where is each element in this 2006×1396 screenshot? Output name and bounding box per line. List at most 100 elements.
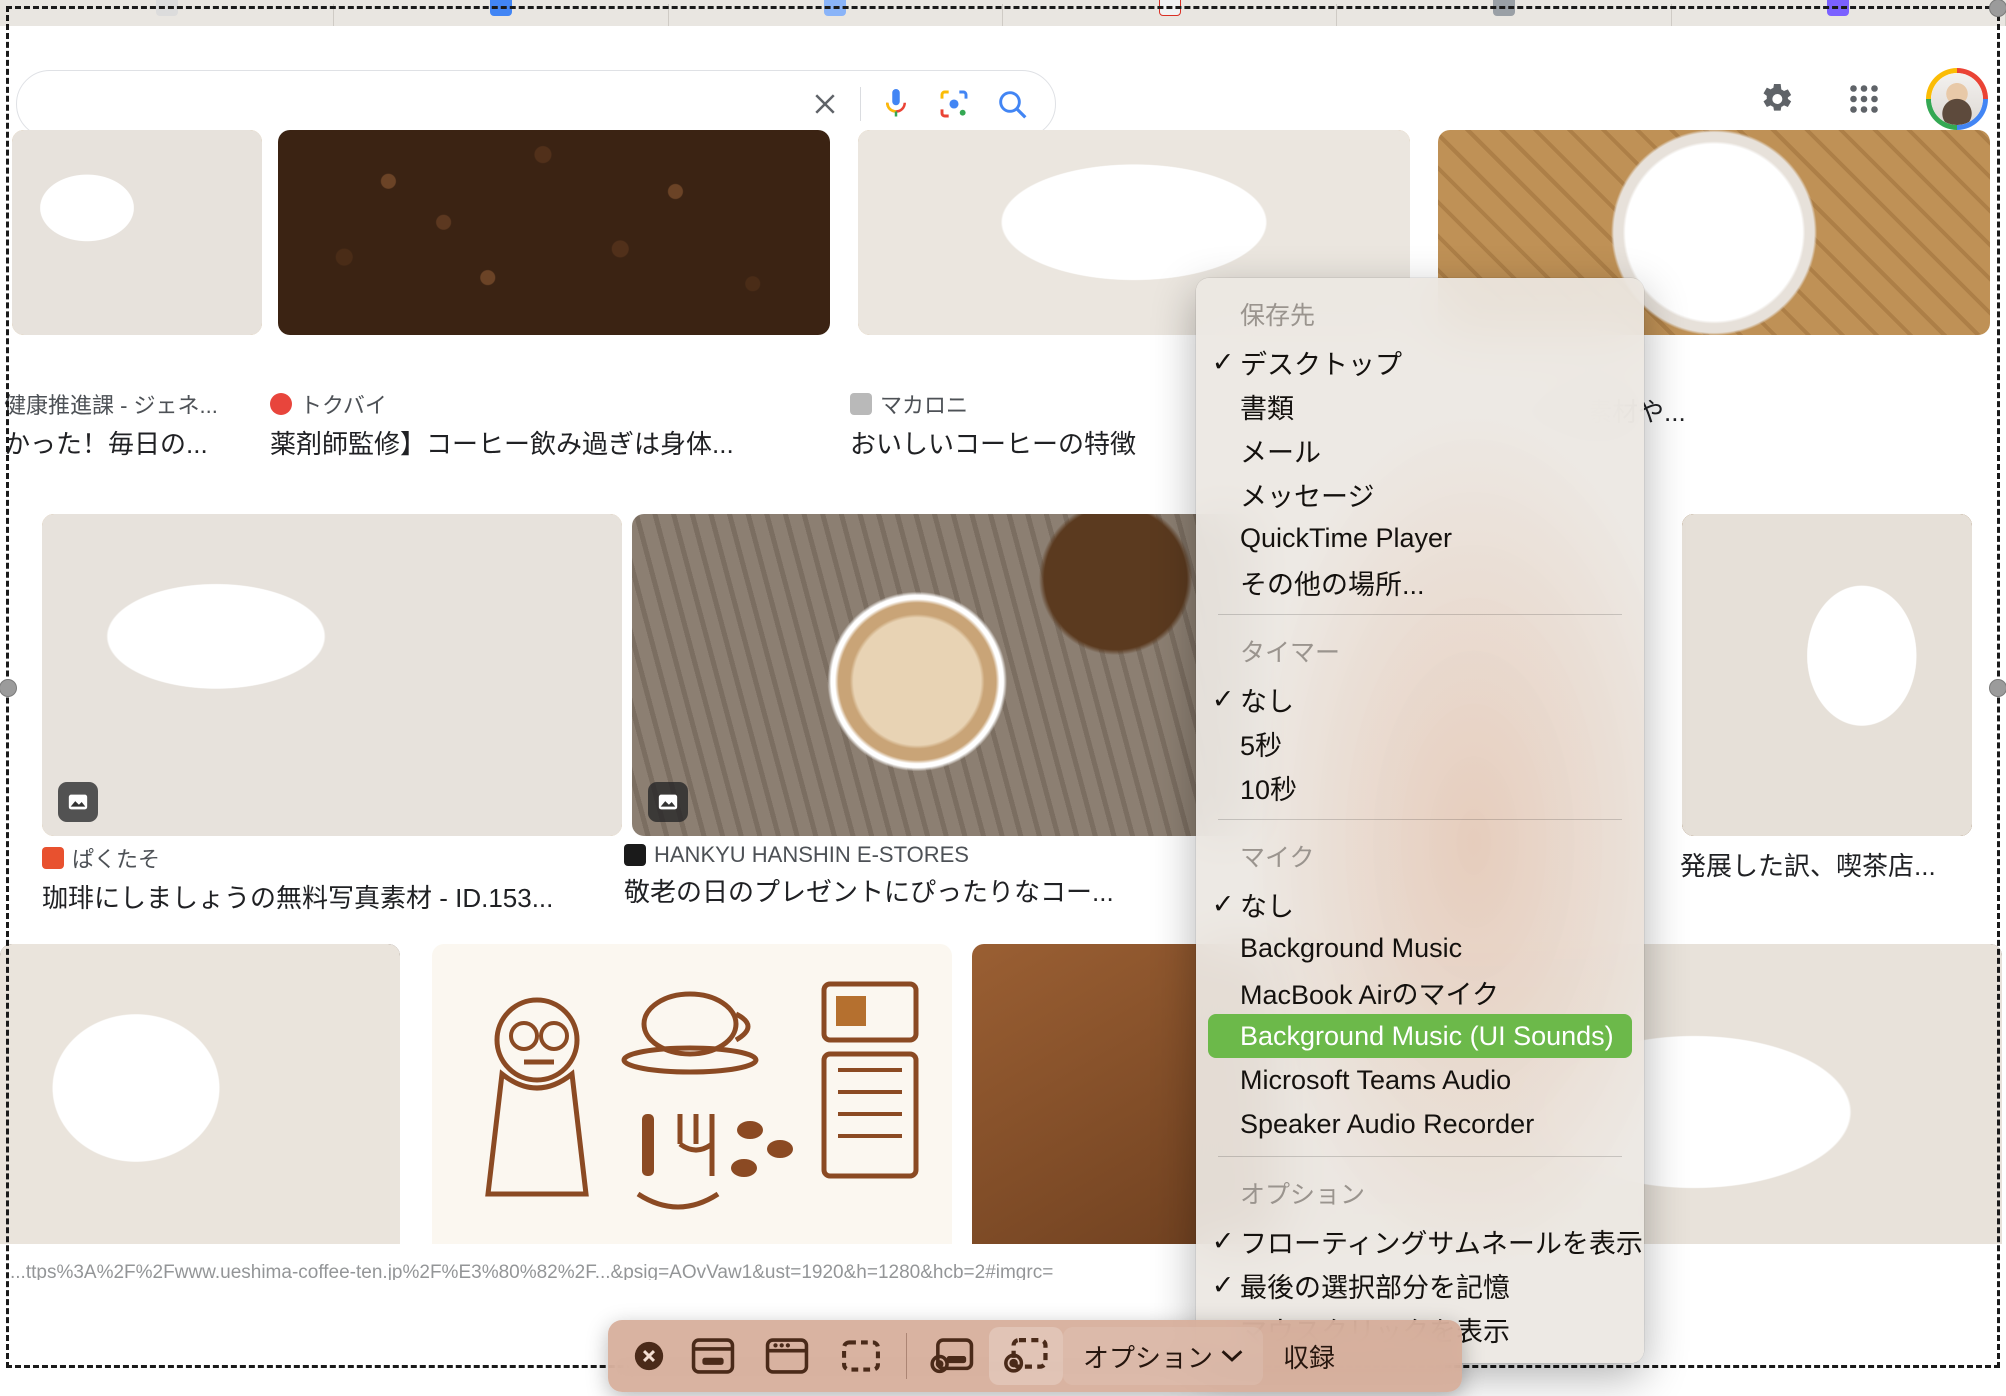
menu-item-label: 10秒 (1240, 774, 1298, 805)
record-entire-screen-button[interactable] (915, 1327, 989, 1385)
menu-item-mail[interactable]: メール (1196, 428, 1644, 472)
result-title[interactable]: かった！毎日の... (4, 424, 262, 461)
capture-window-button[interactable] (750, 1327, 824, 1385)
image-results-grid: 健康推進課 - ジェネ... かった！毎日の... トクバイ 薬剤師監修】コーヒ… (0, 130, 2006, 1280)
browser-tab[interactable] (669, 0, 1003, 26)
menu-item-desktop[interactable]: ✓ デスクトップ (1196, 340, 1644, 384)
record-selected-portion-button[interactable] (989, 1327, 1063, 1385)
browser-tab-strip[interactable] (0, 0, 2006, 26)
tab-favicon-icon (1827, 0, 1850, 16)
result-source-label: マカロニ (880, 393, 969, 418)
menu-item-microsoft-teams-audio[interactable]: Microsoft Teams Audio (1196, 1058, 1644, 1102)
menu-item-macbook-air-mic[interactable]: MacBook Airのマイク (1196, 970, 1644, 1014)
google-lens-icon[interactable] (925, 75, 983, 133)
status-bar-url: ...ttps%3A%2F%2Fwww.ueshima-coffee-ten.j… (10, 1262, 1054, 1280)
result-thumbnail[interactable] (12, 130, 262, 335)
checkmark-icon: ✓ (1211, 888, 1235, 919)
menu-item-remember-last-selection[interactable]: ✓ 最後の選択部分を記憶 (1196, 1263, 1644, 1307)
microphone-icon[interactable] (867, 75, 925, 133)
menu-item-timer-none[interactable]: ✓ なし (1196, 677, 1644, 721)
menu-item-other-location[interactable]: その他の場所... (1196, 560, 1644, 604)
result-source-label: HANKYU HANSHIN E-STORES (654, 842, 969, 867)
results-row-captions: ぱくたそ 珈琲にしましょうの無料写真素材 - ID.153... HANKYU … (0, 834, 2006, 944)
menu-item-speaker-audio-recorder[interactable]: Speaker Audio Recorder (1196, 1102, 1644, 1146)
result-title[interactable]: 発展した訳、喫茶店... (1680, 846, 2002, 883)
coffee-illustration (485, 981, 919, 1210)
screenshot-options-menu[interactable]: 保存先 ✓ デスクトップ 書類 メール メッセージ QuickTime Playe… (1196, 278, 1644, 1363)
result-source: HANKYU HANSHIN E-STORES (624, 842, 1256, 868)
clear-search-icon[interactable] (796, 75, 854, 133)
menu-divider (1218, 614, 1622, 615)
menu-item-timer-5s[interactable]: 5秒 (1196, 721, 1644, 765)
source-favicon-icon (270, 393, 292, 415)
browser-tab[interactable] (1672, 0, 2006, 26)
tab-favicon-icon (1158, 0, 1181, 16)
tab-favicon-icon (155, 0, 178, 16)
search-input[interactable] (43, 71, 583, 137)
result-source: ぱくたそ (42, 842, 616, 874)
browser-tab[interactable] (1337, 0, 1672, 26)
menu-section-header: オプション (1240, 1181, 1366, 1209)
menu-item-label: QuickTime Player (1240, 522, 1453, 553)
menu-item-mic-none[interactable]: ✓ なし (1196, 882, 1644, 926)
search-divider (860, 87, 861, 121)
result-card[interactable] (620, 514, 1260, 836)
source-favicon-icon (850, 393, 872, 415)
result-thumbnail[interactable] (42, 514, 622, 836)
result-card[interactable] (420, 944, 960, 1244)
result-source-label: ぱくたそ (72, 847, 161, 872)
menu-item-label: メール (1240, 437, 1321, 468)
result-card[interactable] (0, 944, 420, 1244)
record-button[interactable]: 収録 (1263, 1327, 1355, 1385)
menu-item-label: Speaker Audio Recorder (1240, 1108, 1535, 1139)
result-thumbnail[interactable] (632, 514, 1252, 836)
menu-item-background-music[interactable]: Background Music (1196, 926, 1644, 970)
apps-grid-icon[interactable] (1838, 73, 1890, 125)
result-thumbnail[interactable] (432, 944, 952, 1244)
avatar-image (1931, 73, 1983, 125)
result-source: 健康推進課 - ジェネ... (4, 388, 262, 420)
tab-favicon-icon (824, 0, 847, 16)
result-caption: 健康推進課 - ジェネ... かった！毎日の... (0, 380, 266, 500)
options-label: オプション (1083, 1342, 1214, 1373)
result-card[interactable] (266, 130, 846, 380)
browser-tab[interactable] (334, 0, 669, 26)
screenshot-toolbar[interactable]: オプション 収録 (608, 1320, 1462, 1392)
menu-item-label: Background Music (UI Sounds) (1240, 1020, 1614, 1051)
menu-item-timer-10s[interactable]: 10秒 (1196, 765, 1644, 809)
gear-icon[interactable] (1750, 73, 1802, 125)
results-row (0, 130, 2006, 380)
menu-item-show-floating-thumbnail[interactable]: ✓ フローティングサムネールを表示 (1196, 1219, 1644, 1263)
menu-item-documents[interactable]: 書類 (1196, 384, 1644, 428)
menu-item-label: デスクトップ (1240, 349, 1402, 380)
menu-item-background-music-ui-sounds[interactable]: Background Music (UI Sounds) (1208, 1014, 1632, 1058)
avatar[interactable] (1926, 68, 1988, 130)
menu-item-messages[interactable]: メッセージ (1196, 472, 1644, 516)
options-dropdown-button[interactable]: オプション (1063, 1327, 1264, 1385)
search-submit-icon[interactable] (983, 75, 1041, 133)
results-row (0, 514, 2006, 836)
result-card[interactable] (0, 130, 266, 380)
search-box[interactable] (16, 70, 1056, 138)
result-source-label: トクバイ (300, 393, 387, 418)
result-title[interactable]: 珈琲にしましょうの無料写真素材 - ID.153... (42, 878, 616, 915)
result-thumbnail[interactable] (0, 944, 400, 1244)
results-row-captions: 健康推進課 - ジェネ... かった！毎日の... トクバイ 薬剤師監修】コーヒ… (0, 380, 2006, 500)
header-right-cluster (1750, 68, 1988, 130)
result-title[interactable]: 敬老の日のプレゼントにぴったりなコー... (624, 872, 1256, 909)
result-caption: トクバイ 薬剤師監修】コーヒー飲み過ぎは身体... (266, 380, 846, 500)
capture-selected-portion-button[interactable] (824, 1327, 898, 1385)
result-title[interactable]: 薬剤師監修】コーヒー飲み過ぎは身体... (270, 424, 842, 461)
browser-tab[interactable] (0, 0, 335, 26)
capture-entire-screen-button[interactable] (676, 1327, 750, 1385)
menu-item-quicktime-player[interactable]: QuickTime Player (1196, 516, 1644, 560)
menu-divider (1218, 1156, 1622, 1157)
tab-favicon-icon (489, 0, 512, 16)
result-card[interactable] (0, 514, 622, 836)
record-label: 収録 (1283, 1342, 1336, 1373)
close-circle-icon[interactable] (622, 1339, 676, 1373)
browser-tab[interactable] (1003, 0, 1338, 26)
result-thumbnail[interactable] (278, 130, 830, 335)
menu-item-label: なし (1240, 686, 1294, 717)
result-thumbnail[interactable] (1682, 514, 1972, 836)
